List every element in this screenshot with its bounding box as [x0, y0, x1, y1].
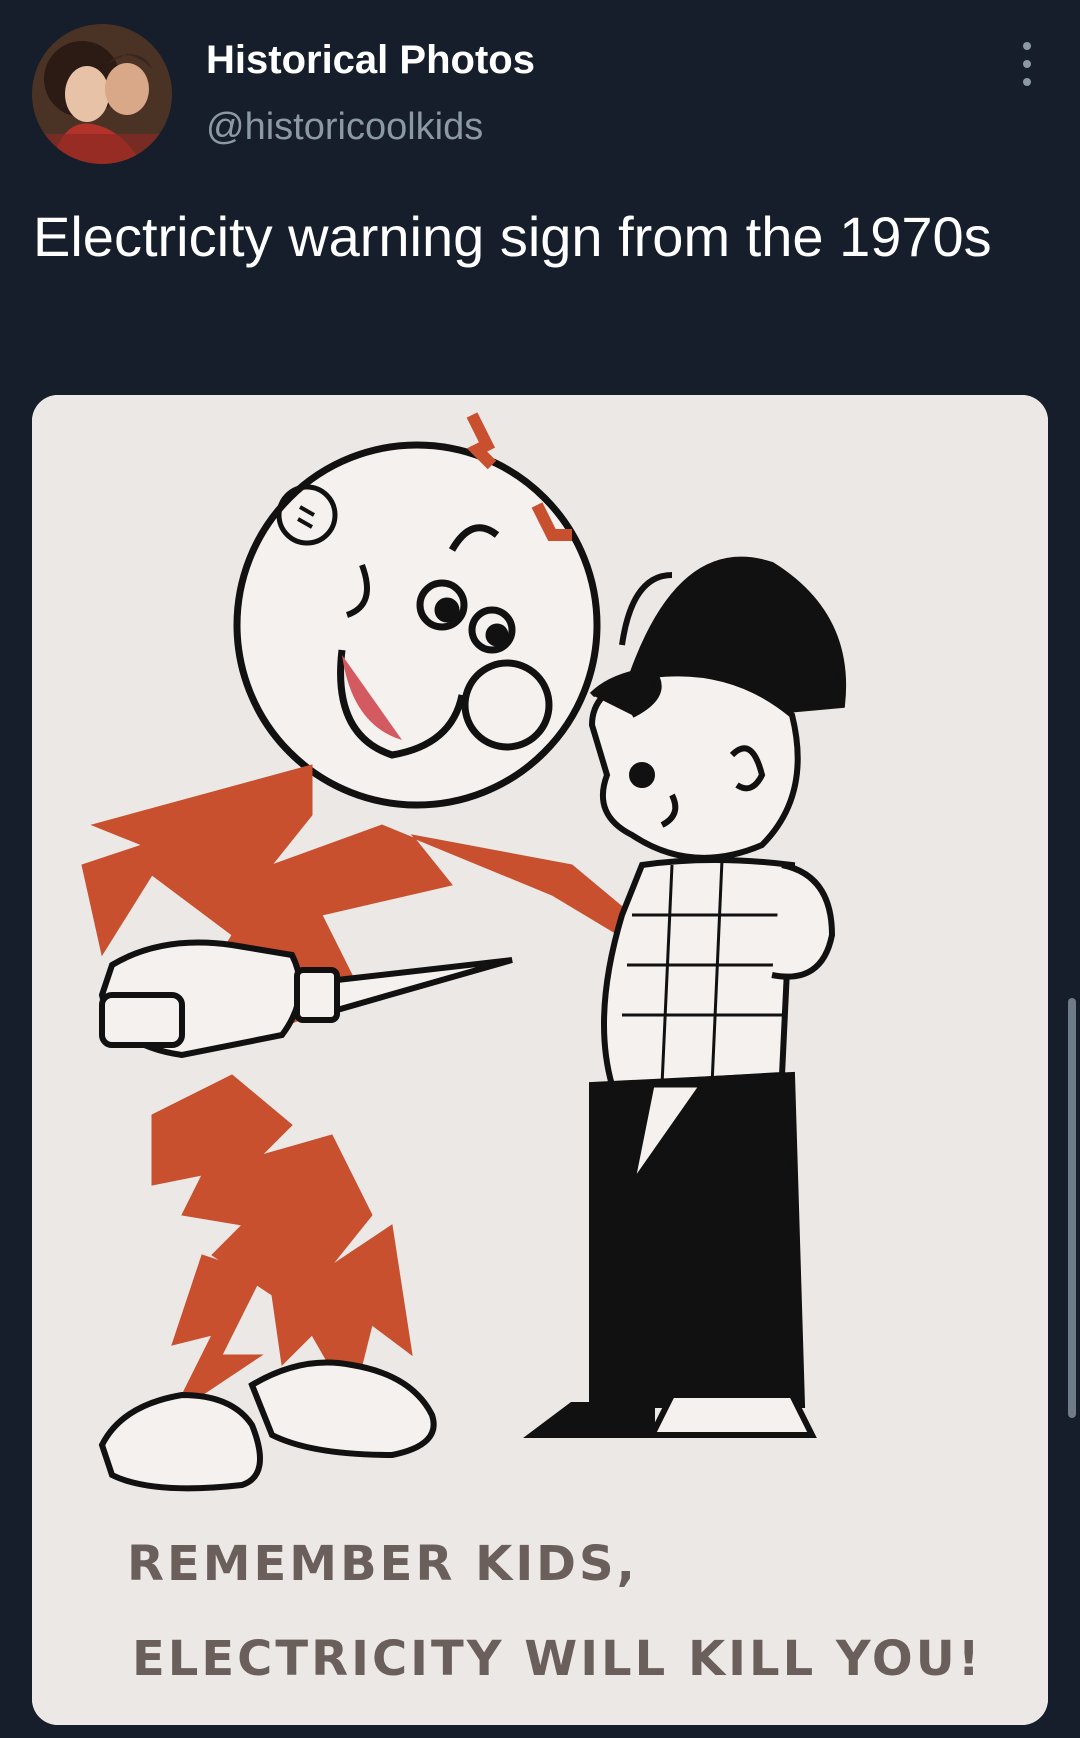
avatar[interactable]: [32, 24, 172, 164]
reddy-head: [233, 441, 601, 809]
author-name[interactable]: Historical Photos: [206, 38, 535, 83]
tweet-text: Electricity warning sign from the 1970s: [33, 205, 992, 268]
tweet-header: Historical Photos @historicoolkids: [0, 0, 1080, 180]
more-vertical-icon[interactable]: [1012, 42, 1042, 86]
poster-illustration: REMEMBER KIDS, ELECTRICITY WILL KILL YOU…: [32, 395, 1048, 1725]
scrollbar[interactable]: [1068, 998, 1076, 1418]
tweet-media-image[interactable]: REMEMBER KIDS, ELECTRICITY WILL KILL YOU…: [32, 395, 1048, 1725]
poster-caption-line-2: ELECTRICITY WILL KILL YOU!: [132, 1631, 983, 1687]
poster-caption-line-1: REMEMBER KIDS,: [127, 1536, 638, 1592]
author-handle[interactable]: @historicoolkids: [206, 106, 483, 149]
